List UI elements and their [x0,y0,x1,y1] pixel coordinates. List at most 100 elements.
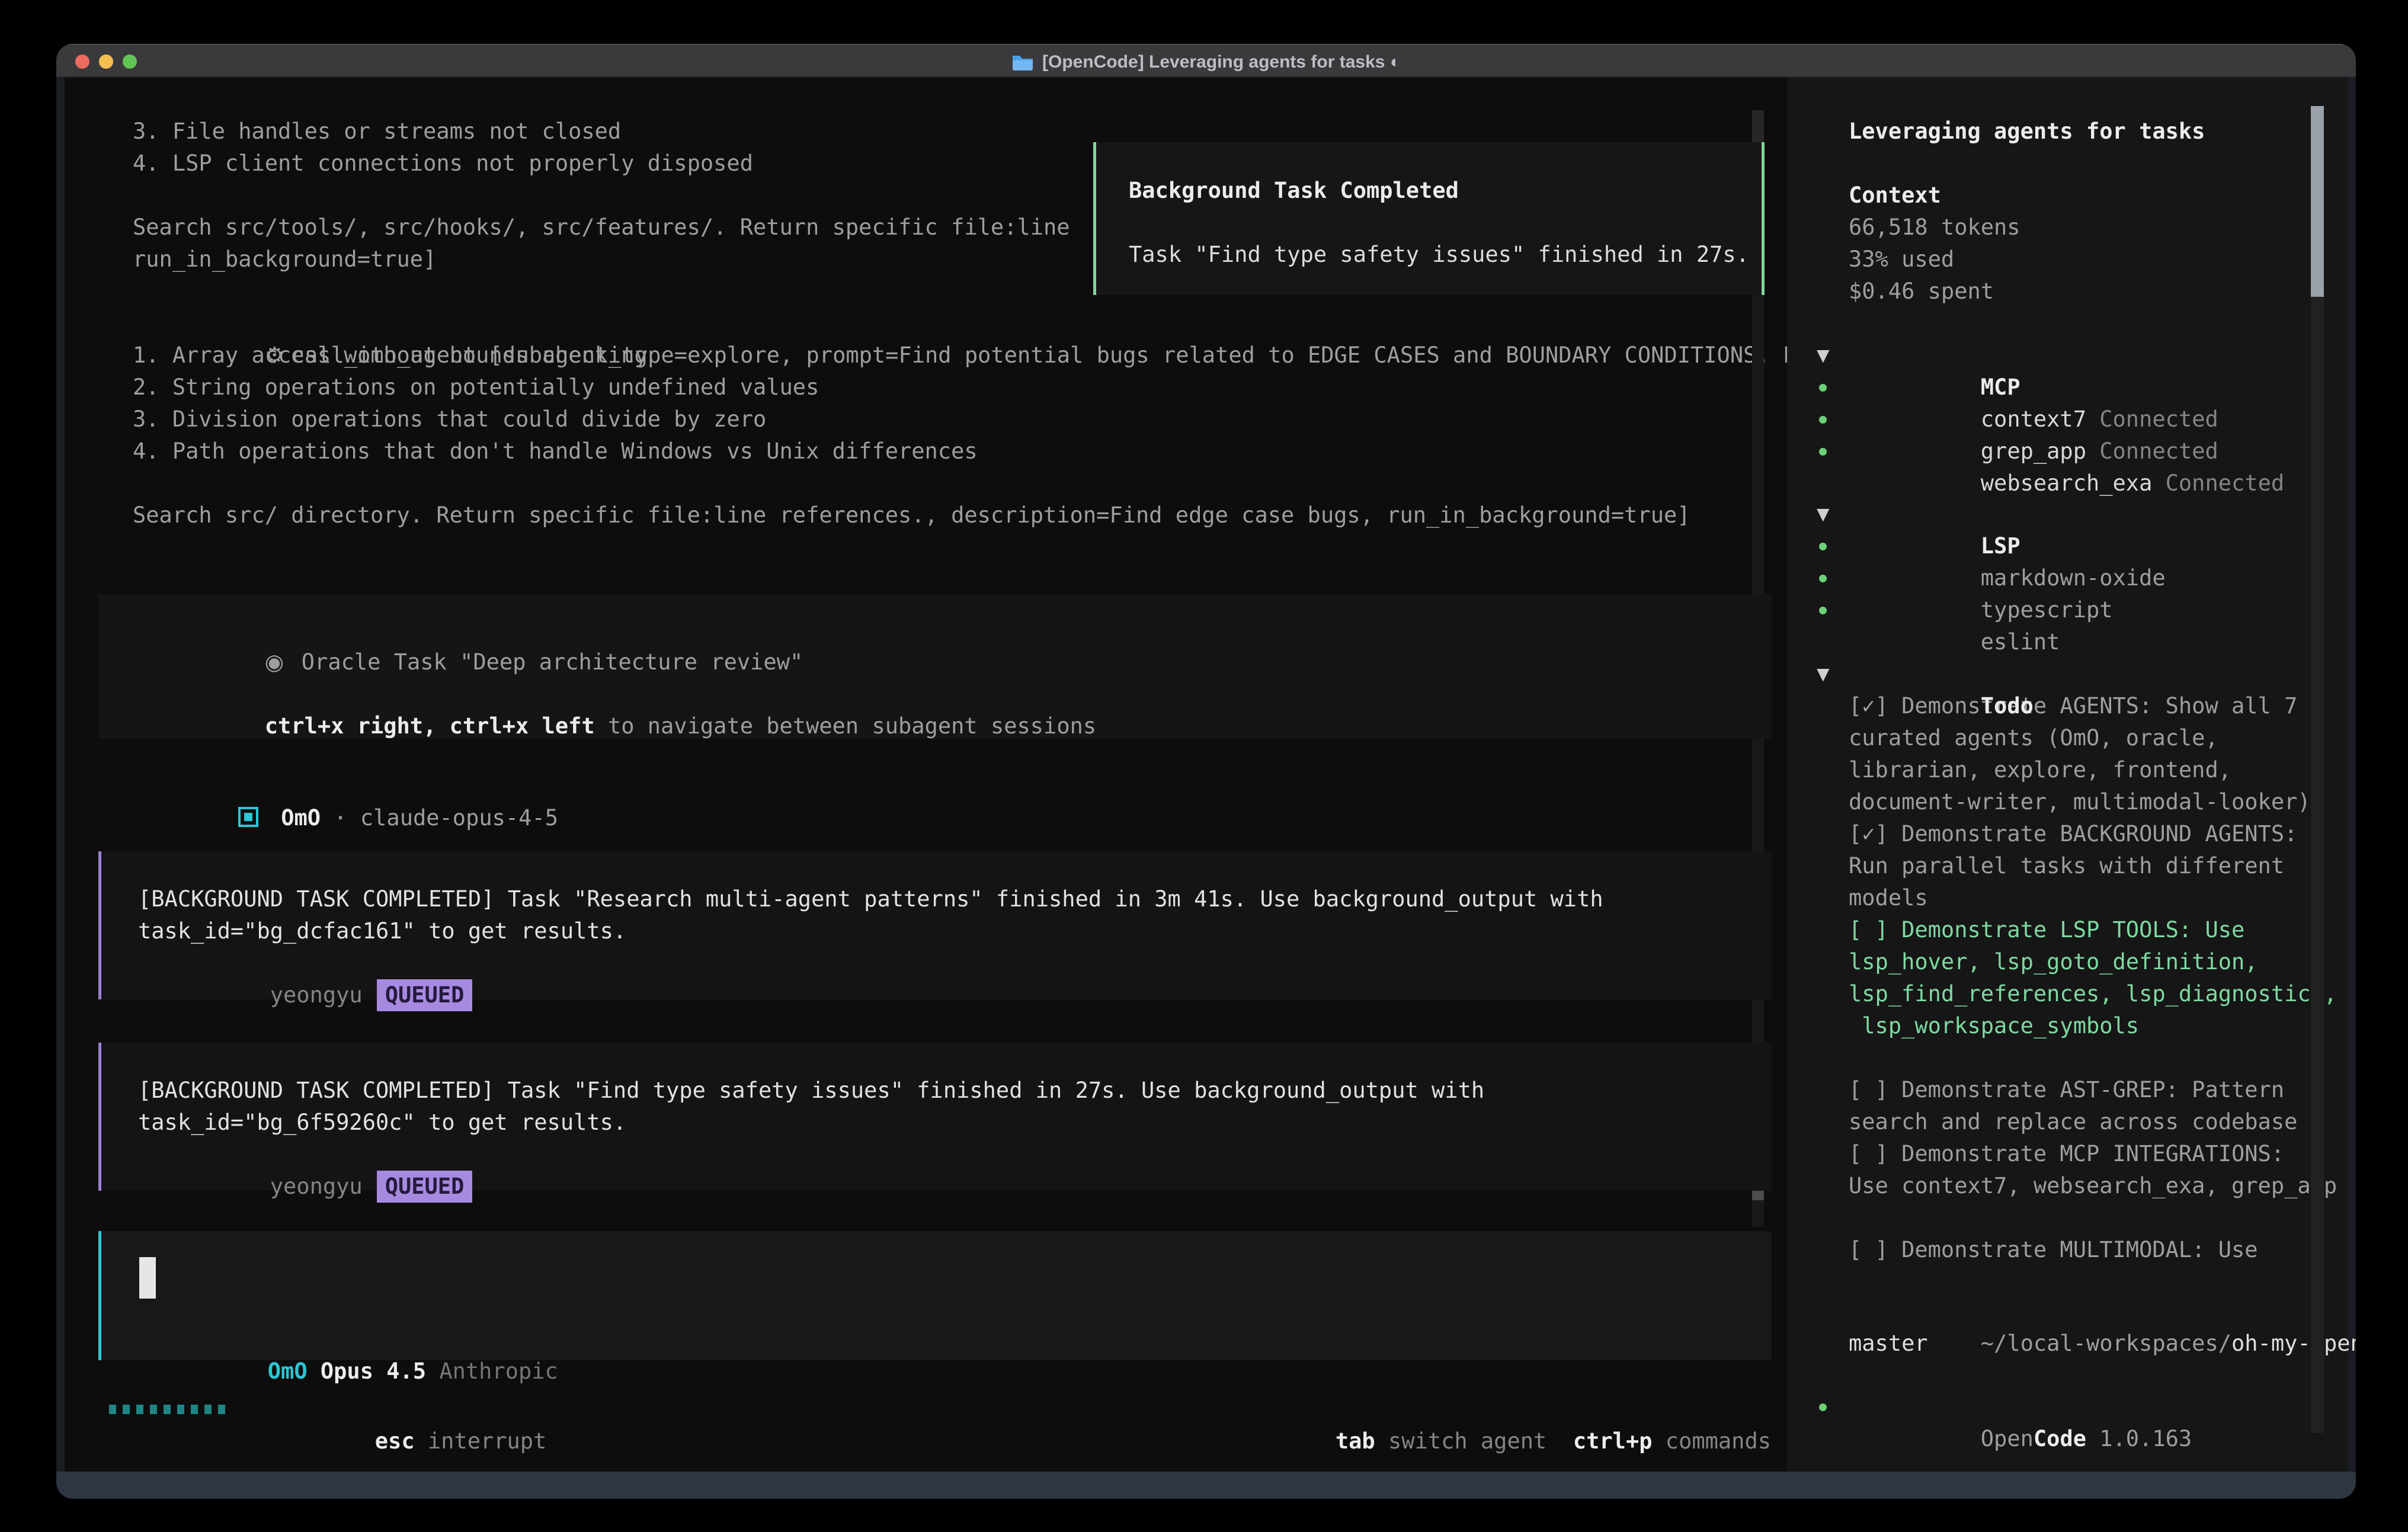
mcp-item: context7 Connected [1849,371,2321,403]
task-message-line2: task_id="bg_6f59260c" to get results. [138,1107,1772,1139]
app-name-code: Code [2034,1426,2086,1451]
todo-section: ▼Todo [✓] Demonstrate AGENTS: Show all 7… [1849,658,2321,1266]
chat-main-panel: 3. File handles or streams not closed 4.… [65,78,1777,1472]
todo-item-line: lsp_workspace_symbols [1849,1010,2321,1042]
todo-heading: Todo [1981,693,2034,719]
lsp-item: typescript [1849,562,2321,594]
model-selector-row[interactable]: OmO Opus 4.5 Anthropic [136,1323,558,1355]
todo-item-line [1849,1042,2321,1074]
context-spent: $0.46 spent [1849,275,2321,307]
task-author: yeongyu [270,982,363,1008]
oracle-icon: ◉ [265,646,302,678]
task-message-line1: [BACKGROUND TASK COMPLETED] Task "Find t… [138,1075,1772,1107]
todo-item-line: librarian, explore, frontend, [1849,754,2321,786]
todo-item-line: [ ] Demonstrate MCP INTEGRATIONS: [1849,1138,2321,1170]
todo-item-line: lsp_find_references, lsp_diagnostics, [1849,978,2321,1010]
version-row: OpenCode 1.0.163 [1849,1391,2321,1423]
ctrlp-action-label: commands [1653,1428,1771,1454]
collapse-triangle-icon: ▼ [1817,658,1830,690]
terminal-line: 4. Path operations that don't handle Win… [133,435,1888,467]
toast-title: Background Task Completed [1129,175,1762,207]
todo-section-header[interactable]: ▼Todo [1849,658,2321,690]
app-version-number: 1.0.163 [2086,1426,2192,1451]
hint-shortcut-keys: ctrl+x right, ctrl+x left [265,713,595,739]
path-prefix: ~/local-workspaces/ [1981,1331,2231,1356]
separator-dot: · [321,805,360,831]
background-task-message: [BACKGROUND TASK COMPLETED] Task "Find t… [98,1043,1772,1191]
todo-item-line: models [1849,882,2321,914]
mcp-item: grep_app Connected [1849,403,2321,435]
queued-badge: QUEUED [377,1171,473,1203]
session-sidebar: Leveraging agents for tasks Context 66,5… [1787,78,2348,1472]
mcp-item: websearch_exa Connected [1849,435,2321,467]
workspace-path-line: ~/local-workspaces/oh-my-opencode: [1849,1296,2321,1328]
todo-item-line [1849,1202,2321,1234]
status-dot-icon [1819,543,1827,550]
queued-badge: QUEUED [377,979,473,1011]
context-heading: Context [1849,180,2321,211]
todo-item-line: search and replace across codebase [1849,1106,2321,1138]
todo-item-line: document-writer, multimodal-looker) [1849,786,2321,818]
mcp-server-status: Connected [2152,470,2284,496]
toast-body: Task "Find type safety issues" finished … [1129,239,1762,271]
prompt-input[interactable]: OmO Opus 4.5 Anthropic [98,1231,1772,1360]
active-agent-label: OmO [268,1358,308,1384]
collapse-triangle-icon: ▼ [1817,498,1830,530]
task-message-line1: [BACKGROUND TASK COMPLETED] Task "Resear… [138,883,1772,915]
terminal-line: 3. Division operations that could divide… [133,403,1888,435]
todo-item-line: [ ] Demonstrate MULTIMODAL: Use [1849,1234,2321,1266]
task-author: yeongyu [270,1174,363,1199]
oracle-task-row: ◉Oracle Task "Deep architecture review" [133,614,1772,646]
task-message-line2: task_id="bg_dcfac161" to get results. [138,915,1772,947]
task-message-meta: yeongyuQUEUED [138,947,1772,979]
context-used: 33% used [1849,243,2321,275]
terminal-line: Search src/ directory. Return specific f… [133,499,1888,531]
lsp-item: markdown-oxide [1849,530,2321,562]
window-bottom-frame [56,1472,2356,1499]
todo-item-line: [✓] Demonstrate BACKGROUND AGENTS: [1849,818,2321,850]
app-name-open: Open [1981,1426,2034,1451]
background-task-toast: Background Task Completed Task "Find typ… [1093,142,1765,295]
background-task-message: [BACKGROUND TASK COMPLETED] Task "Resear… [98,851,1772,999]
ctrlp-key-label: ctrl+p [1573,1428,1653,1454]
task-message-meta: yeongyuQUEUED [138,1139,1772,1171]
todo-item-line: lsp_hover, lsp_goto_definition, [1849,946,2321,978]
agent-header-row: OmO · claude-opus-4-5 [133,770,558,802]
navigation-hint-row: ctrl+x right, ctrl+x left to navigate be… [133,678,1772,710]
status-dot-icon [1819,607,1827,614]
status-dot-icon [1819,416,1827,424]
mcp-section-header[interactable]: ▼MCP [1849,339,2321,371]
status-bar: esc interrupt tab switch agent ctrl+p co… [65,1393,1777,1425]
todo-item-line: Use context7, websearch_exa, grep_app [1849,1170,2321,1202]
active-model-label: Opus 4.5 [308,1358,426,1384]
context-tokens: 66,518 tokens [1849,211,2321,243]
repo-name: oh-my-opencode: [2231,1331,2356,1356]
session-title: Leveraging agents for tasks [1849,116,2321,148]
opencode-app: 3. File handles or streams not closed 4.… [65,78,2348,1472]
lsp-section-header[interactable]: ▼LSP [1849,498,2321,530]
agent-model: claude-opus-4-5 [360,805,558,831]
text-cursor [139,1257,156,1299]
context-section: Context 66,518 tokens 33% used $0.46 spe… [1849,180,2321,307]
tab-action-label: switch agent [1375,1428,1547,1454]
todo-item-line: Run parallel tasks with different [1849,850,2321,882]
window-titlebar[interactable]: [OpenCode] Leveraging agents for tasks ◐ [56,44,2356,78]
todo-item-line: [ ] Demonstrate LSP TOOLS: Use [1849,914,2321,946]
hint-gap [1546,1428,1573,1454]
window-title: [OpenCode] Leveraging agents for tasks ◐ [1042,52,1401,72]
terminal-line: 2. String operations on potentially unde… [133,371,1888,403]
oracle-task-panel: ◉Oracle Task "Deep architecture review" … [98,594,1772,739]
oracle-task-title: Oracle Task "Deep architecture review" [302,649,803,675]
todo-item-line: [ ] Demonstrate AST-GREP: Pattern [1849,1074,2321,1106]
agent-name: OmO [281,805,321,831]
mcp-section: ▼MCP context7 Connected grep_app Connect… [1849,339,2321,467]
provider-label: Anthropic [426,1358,558,1384]
terminal-window: [OpenCode] Leveraging agents for tasks ◐… [56,44,2356,1499]
main-scrollbar-thumb-top[interactable] [1752,110,1764,143]
terminal-line-tool-call: ⚙call_omo_agent [subagent_type=explore, … [133,307,1888,339]
sidebar-scrollbar[interactable] [2311,106,2324,1433]
workspace-path: ~/local-workspaces/oh-my-opencode: maste… [1849,1296,2321,1360]
hint-text: to navigate between subagent sessions [595,713,1096,739]
sidebar-scrollbar-thumb[interactable] [2311,106,2324,297]
spinner-dots-icon [109,1405,225,1414]
